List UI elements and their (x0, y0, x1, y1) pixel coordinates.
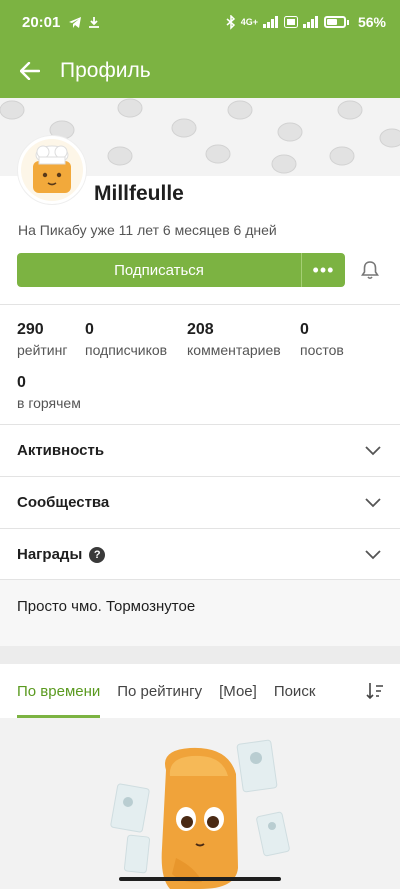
stat-rating: 290 рейтинг (17, 321, 68, 358)
subscribe-row: Подписаться ••• (17, 253, 383, 287)
telegram-icon (69, 16, 82, 28)
tab-by-rating[interactable]: По рейтингу (117, 664, 202, 718)
sort-button[interactable] (364, 680, 386, 702)
section-activity[interactable]: Активность (0, 425, 400, 476)
tab-mine[interactable]: [Мое] (219, 664, 257, 718)
page-title: Профиль (60, 59, 151, 82)
tab-by-time[interactable]: По времени (17, 664, 101, 718)
bio-text: Просто чмо. Тормознутое (17, 598, 196, 615)
status-bar: 20:01 4G+ 56% (0, 0, 400, 44)
arrow-left-icon (20, 62, 40, 80)
chevron-down-icon (363, 441, 383, 461)
help-icon[interactable]: ? (89, 546, 106, 563)
empty-state (0, 718, 400, 889)
notification-bell-button[interactable] (357, 253, 383, 287)
chef-cat-avatar-icon (21, 139, 83, 201)
divider (0, 304, 400, 305)
app-bar: Профиль (0, 44, 400, 98)
stat-subscribers[interactable]: 0 подписчиков (85, 321, 167, 358)
tab-search[interactable]: Поиск (274, 664, 316, 718)
chevron-down-icon (363, 493, 383, 513)
subscribe-button[interactable]: Подписаться (17, 253, 301, 287)
chevron-down-icon (363, 545, 383, 565)
stat-comments[interactable]: 208 комментариев (187, 321, 281, 358)
stat-hot[interactable]: 0 в горячем (17, 374, 81, 411)
more-options-button[interactable]: ••• (301, 253, 345, 287)
battery-icon (323, 16, 349, 28)
status-time: 20:01 (22, 13, 61, 31)
section-gap (0, 646, 400, 664)
sort-icon (366, 683, 383, 700)
posts-tabs: По времени По рейтингу [Мое] Поиск (0, 664, 400, 718)
network-label: 4G+ (240, 17, 258, 27)
download-icon (89, 16, 100, 28)
back-button[interactable] (0, 44, 60, 98)
bio-block: Просто чмо. Тормознутое (0, 580, 400, 646)
bluetooth-icon (226, 14, 235, 30)
thinking-mascot-illustration (110, 739, 290, 889)
username: Millfeulle (94, 182, 184, 205)
signal-icon-2 (302, 16, 318, 28)
volte-icon (283, 16, 298, 28)
section-awards[interactable]: Награды ? (0, 529, 400, 580)
section-communities[interactable]: Сообщества (0, 477, 400, 528)
signal-icon (262, 16, 278, 28)
bell-icon (361, 261, 379, 280)
member-since-text: На Пикабу уже 11 лет 6 месяцев 6 дней (18, 222, 277, 238)
home-indicator[interactable] (119, 877, 281, 881)
battery-percent: 56% (357, 14, 386, 30)
avatar[interactable] (18, 136, 86, 204)
stat-posts[interactable]: 0 постов (300, 321, 344, 358)
